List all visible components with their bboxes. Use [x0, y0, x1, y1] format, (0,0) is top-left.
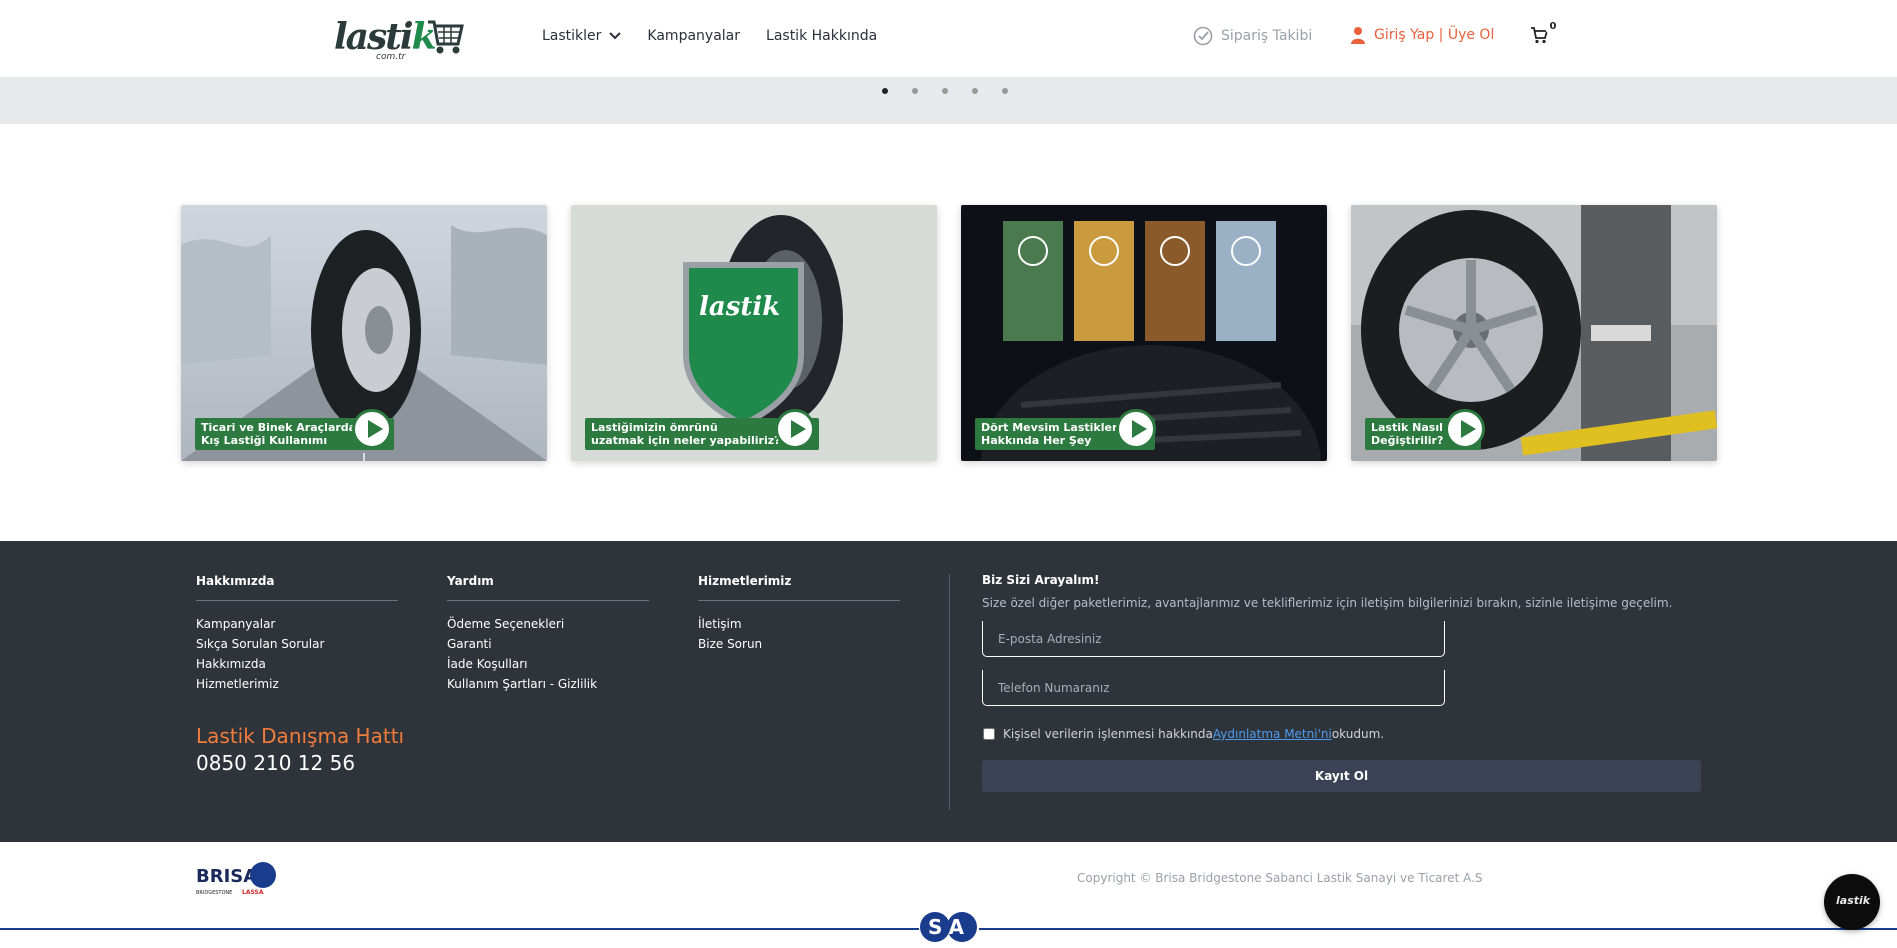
video-card-tire-change[interactable]: Lastik Nasıl Değiştirilir? [1351, 205, 1717, 461]
carousel-dot[interactable] [942, 88, 948, 94]
footer-link[interactable]: Garanti [447, 634, 649, 654]
footer-link[interactable]: Hakkımızda [196, 654, 398, 674]
footer-link[interactable]: Kampanyalar [196, 614, 398, 634]
nav-lastikler-label: Lastikler [542, 28, 602, 44]
chevron-down-icon [609, 32, 622, 40]
carousel-dots [882, 88, 1008, 94]
site-logo[interactable]: lastik com.tr [332, 12, 464, 64]
phone-field[interactable] [982, 670, 1445, 706]
play-icon[interactable] [352, 409, 392, 449]
consent-text: Kişisel verilerin işlenmesi hakkındaAydı… [1003, 727, 1385, 741]
check-circle-icon [1193, 26, 1213, 46]
footer-link[interactable]: İletişim [698, 614, 900, 634]
nav-lastik-hakkinda-label: Lastik Hakkında [766, 28, 878, 44]
footer-link[interactable]: Hizmetlerimiz [196, 674, 398, 694]
svg-text:LASSA: LASSA [242, 889, 264, 896]
site-footer: Hakkımızda Kampanyalar Sıkça Sorulan Sor… [0, 541, 1897, 842]
hotline-title: Lastik Danışma Hattı [196, 724, 405, 748]
video-card-all-season[interactable]: Dört Mevsim Lastikler Hakkında Her Şey [961, 205, 1327, 461]
callback-description: Size özel diğer paketlerimiz, avantajlar… [982, 596, 1673, 610]
footer-divider [949, 574, 950, 810]
video-cards: Ticari ve Binek Araçlarda Kış Lastiği Ku… [181, 205, 1717, 461]
footer-column-help: Yardım Ödeme Seçenekleri Garanti İade Ko… [447, 574, 649, 694]
nav-kampanyalar[interactable]: Kampanyalar [647, 28, 740, 44]
carousel-dot[interactable] [882, 88, 888, 94]
svg-text:BRISA: BRISA [196, 866, 257, 887]
svg-text:SA: SA [928, 915, 970, 939]
sabanci-logo: SA [919, 910, 979, 944]
privacy-notice-link[interactable]: Aydınlatma Metni'ni [1213, 727, 1332, 741]
main-nav: Lastikler Kampanyalar Lastik Hakkında [542, 28, 877, 44]
nav-kampanyalar-label: Kampanyalar [647, 28, 741, 44]
video-card-winter-tires[interactable]: Ticari ve Binek Araçlarda Kış Lastiği Ku… [181, 205, 547, 461]
user-icon [1351, 27, 1365, 44]
callback-title: Biz Sizi Arayalım! [982, 573, 1100, 587]
cart-logo-icon [428, 20, 464, 54]
svg-text:lastik: lastik [699, 292, 780, 322]
footer-link[interactable]: Sıkça Sorulan Sorular [196, 634, 398, 654]
hotline-number[interactable]: 0850 210 12 56 [196, 751, 355, 775]
footer-column-title: Hakkımızda [196, 574, 398, 601]
register-button[interactable]: Kayıt Ol [982, 760, 1701, 792]
consent-row: Kişisel verilerin işlenmesi hakkındaAydı… [983, 727, 1384, 741]
svg-text:BRIDGESTONE: BRIDGESTONE [196, 890, 232, 896]
cart-count-badge: 0 [1545, 19, 1561, 35]
logo-domain: com.tr [376, 52, 406, 62]
carousel-band [0, 77, 1897, 124]
footer-link[interactable]: Ödeme Seçenekleri [447, 614, 649, 634]
carousel-dot[interactable] [1002, 88, 1008, 94]
carousel-dot[interactable] [912, 88, 918, 94]
footer-link[interactable]: İade Koşulları [447, 654, 649, 674]
consent-checkbox[interactable] [983, 728, 995, 740]
email-field[interactable] [982, 621, 1445, 657]
footer-column-services: Hizmetlerimiz İletişim Bize Sorun [698, 574, 900, 654]
nav-lastik-hakkinda[interactable]: Lastik Hakkında [766, 28, 877, 44]
footer-link[interactable]: Bize Sorun [698, 634, 900, 654]
video-card-tire-life[interactable]: lastik Lastiğimizin ömrünü uzatmak için … [571, 205, 937, 461]
play-icon[interactable] [1445, 409, 1485, 449]
footer-column-about: Hakkımızda Kampanyalar Sıkça Sorulan Sor… [196, 574, 398, 694]
carousel-dot[interactable] [972, 88, 978, 94]
login-register-label: Giriş Yap | Üye Ol [1374, 27, 1495, 43]
footer-column-title: Hizmetlerimiz [698, 574, 900, 601]
footer-link[interactable]: Kullanım Şartları - Gizlilik [447, 674, 649, 694]
chat-button[interactable]: lastik [1824, 874, 1880, 930]
nav-lastikler[interactable]: Lastikler [542, 28, 622, 44]
login-register-link[interactable]: Giriş Yap | Üye Ol [1350, 26, 1494, 44]
copyright-text: Copyright © Brisa Bridgestone Sabanci La… [1077, 871, 1483, 885]
footer-column-title: Yardım [447, 574, 649, 601]
order-tracking-link[interactable]: Sipariş Takibi [1193, 26, 1312, 46]
order-tracking-label: Sipariş Takibi [1221, 28, 1313, 44]
play-icon[interactable] [1116, 409, 1156, 449]
play-icon[interactable] [775, 409, 815, 449]
site-header: lastik com.tr Lastikler Kampanyalar Last… [0, 0, 1897, 77]
chat-logo: lastik [1836, 894, 1871, 907]
brisa-logo: BRISA BRIDGESTONE LASSA [196, 862, 276, 896]
